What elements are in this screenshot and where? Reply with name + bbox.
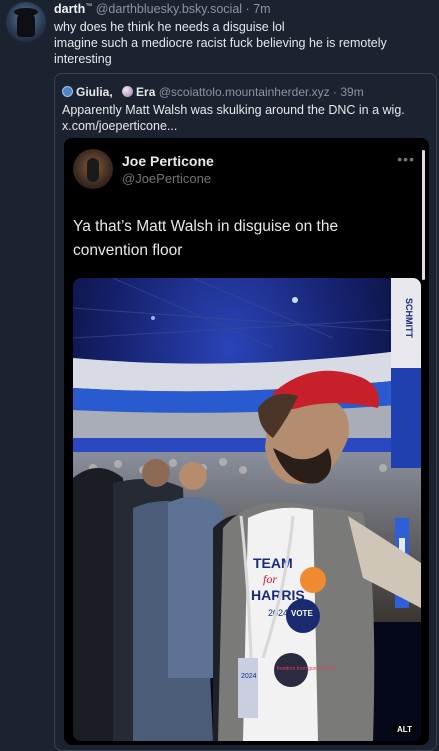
tweet-author-handle: @JoePerticone (122, 171, 212, 186)
author-name-badge: ™ (85, 2, 93, 10)
alt-text-badge[interactable]: ALT (393, 724, 416, 735)
post-text: why does he think he needs a disguise lo… (54, 19, 429, 67)
post-header: darth™ @darthbluesky.bsky.social · 7m (54, 2, 271, 16)
lanyard-text: 2024 (241, 673, 257, 680)
quote-author-name-part2: Era (136, 85, 156, 99)
globe-emoji-icon (62, 86, 73, 97)
post-text-line: why does he think he needs a disguise lo… (54, 20, 285, 34)
scrollbar (422, 150, 425, 280)
quote-separator: · (333, 85, 338, 99)
convention-floor-photo: SCHMITT TEAM for HARRIS 2024 2024 VOTE f… (73, 278, 421, 741)
header-separator: · (245, 2, 250, 16)
button-text: VOTE (291, 609, 313, 618)
post-timestamp[interactable]: 7m (253, 2, 270, 16)
embedded-tweet-screenshot[interactable]: Joe Perticone @JoePerticone ••• Ya that’… (64, 138, 429, 745)
shirt-text: for (263, 572, 277, 586)
quote-author-name-part1: Giulia, (76, 85, 113, 99)
quote-text: Apparently Matt Walsh was skulking aroun… (62, 102, 430, 134)
avatar-figure (17, 11, 35, 37)
button-text: freedom from gun violence (277, 666, 336, 672)
author-avatar[interactable] (6, 2, 46, 42)
post: darth™ @darthbluesky.bsky.social · 7m wh… (0, 0, 439, 751)
author-handle[interactable]: @darthbluesky.bsky.social (96, 2, 242, 16)
tweet-text-line: Ya that’s Matt Walsh in disguise on the (73, 218, 339, 235)
quote-post[interactable]: Giulia, Era @scoiattolo.mountainherder.x… (54, 73, 437, 751)
author-display-name[interactable]: darth (54, 2, 85, 16)
tweet-author-name: Joe Perticone (122, 153, 214, 169)
quote-timestamp: 39m (340, 85, 364, 99)
post-text-line: imagine such a mediocre racist fuck beli… (54, 36, 387, 50)
tweet-text-line: convention floor (73, 242, 183, 259)
quote-handle: @scoiattolo.mountainherder.xyz (158, 85, 330, 99)
quote-text-line: Apparently Matt Walsh was skulking aroun… (62, 103, 405, 117)
tweet-photo[interactable]: SCHMITT TEAM for HARRIS 2024 2024 VOTE f… (73, 278, 421, 741)
quote-header: Giulia, Era @scoiattolo.mountainherder.x… (62, 85, 364, 99)
more-options-icon: ••• (397, 151, 415, 167)
post-text-line: interesting (54, 52, 112, 66)
banner-text: SCHMITT (404, 298, 414, 338)
tweet-text: Ya that’s Matt Walsh in disguise on the … (73, 215, 413, 263)
tweet-author-avatar (73, 149, 113, 189)
crystal-ball-emoji-icon (122, 86, 134, 97)
quote-link[interactable]: x.com/joeperticone... (62, 118, 430, 134)
